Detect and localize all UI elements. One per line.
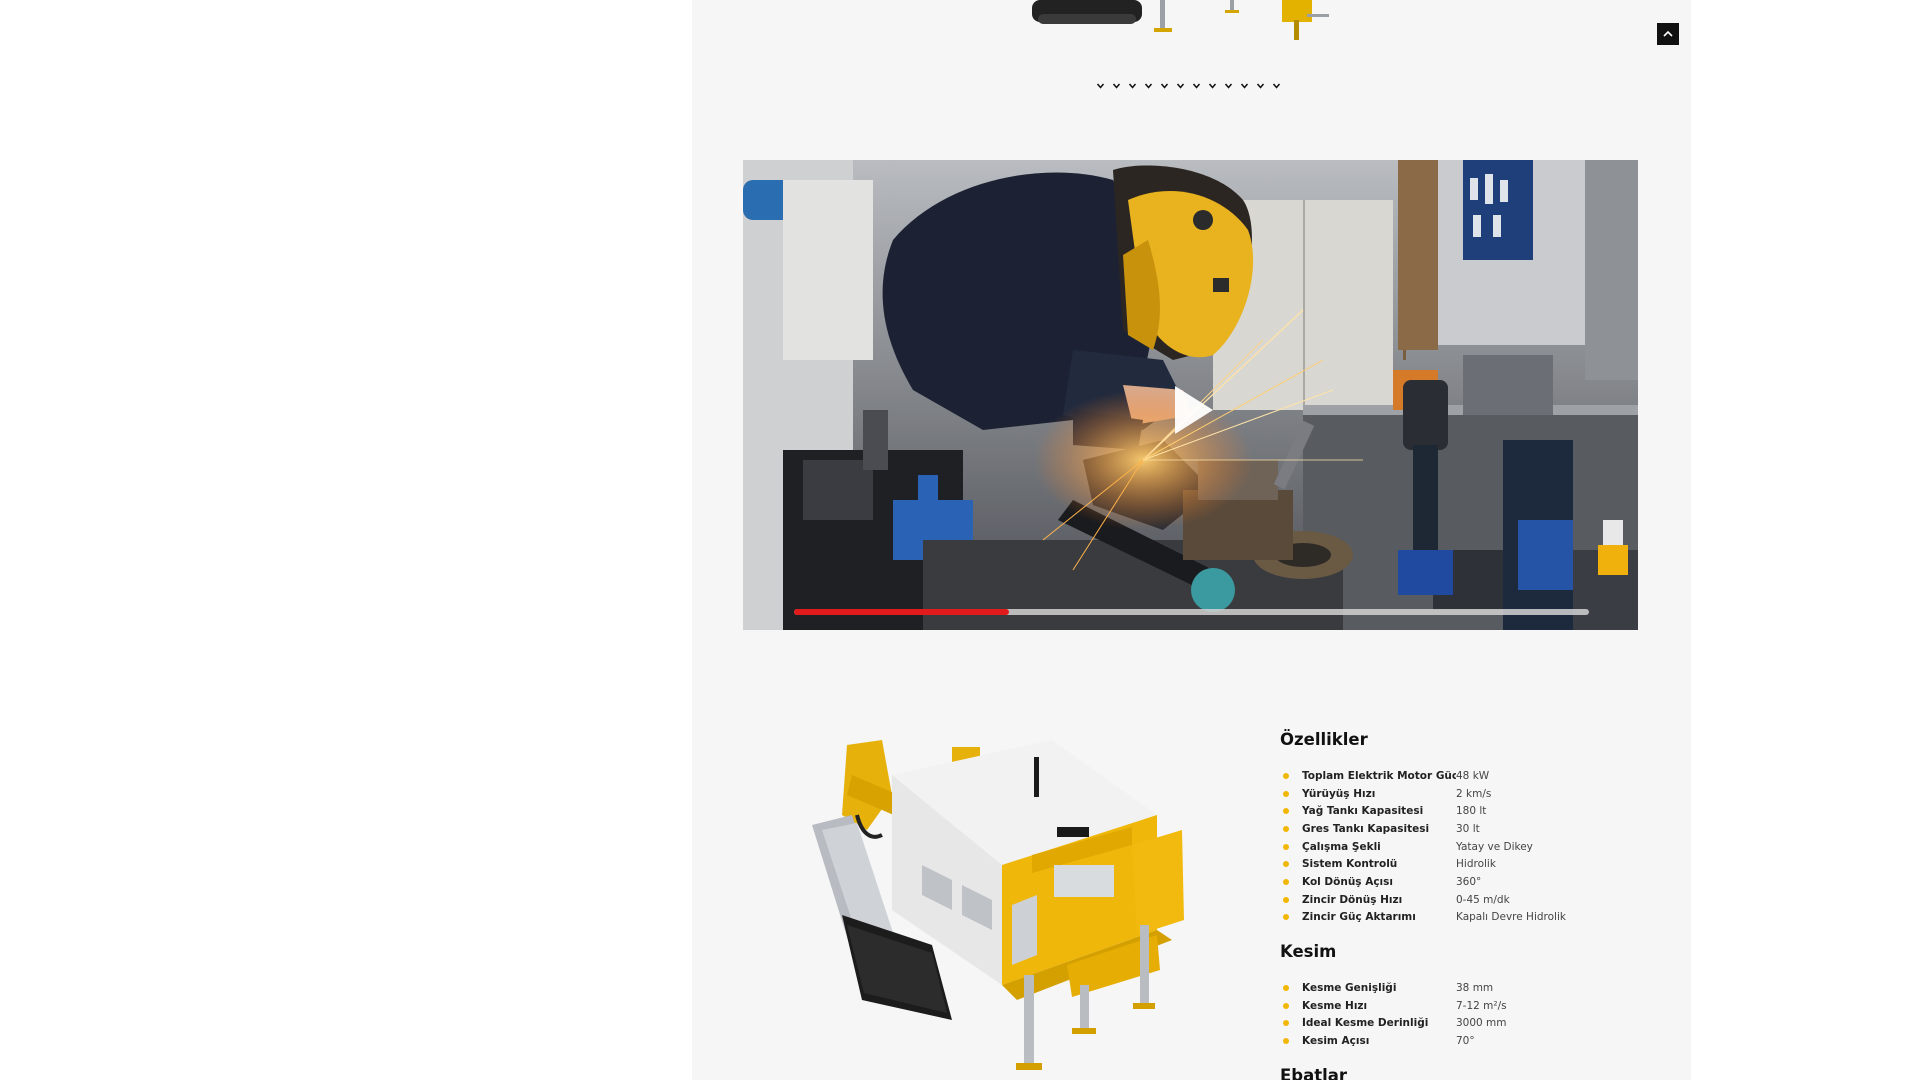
- spec-value: 7-12 m²/s: [1456, 999, 1507, 1012]
- carousel-dot-chevron-down-icon[interactable]: [1112, 80, 1121, 92]
- bullet-icon: [1283, 1020, 1289, 1027]
- carousel-dot-chevron-down-icon[interactable]: [1256, 80, 1265, 92]
- carousel-dot-chevron-down-icon[interactable]: [1096, 80, 1105, 92]
- spec-value: 3000 mm: [1456, 1017, 1507, 1030]
- machine-image-top: [1032, 0, 1329, 40]
- bullet-icon: [1283, 843, 1289, 850]
- video-player[interactable]: [743, 160, 1638, 630]
- dimensions-heading: Ebatlar: [1280, 1065, 1348, 1080]
- scroll-top-button[interactable]: [1657, 23, 1679, 45]
- spec-value: Kapalı Devre Hidrolik: [1456, 911, 1566, 924]
- spec-label: Yağ Tankı Kapasitesi: [1302, 805, 1424, 818]
- bullet-icon: [1283, 808, 1289, 815]
- bullet-icon: [1283, 790, 1289, 797]
- spec-row: Gres Tankı Kapasitesi 30 lt: [1280, 820, 1660, 838]
- spec-value: 180 lt: [1456, 805, 1487, 818]
- features-list: Toplam Elektrik Motor Gücü 48 kW Yürüyüş H…: [1280, 767, 1660, 926]
- bullet-icon: [1283, 825, 1289, 832]
- carousel-dot-chevron-down-icon[interactable]: [1128, 80, 1137, 92]
- spec-label: Toplam Elektrik Motor Gücü: [1302, 769, 1456, 782]
- spec-label: Kesme Genişliği: [1302, 982, 1397, 995]
- play-icon[interactable]: [1161, 380, 1221, 440]
- bullet-icon: [1283, 896, 1289, 903]
- spec-label: Yürüyüş Hızı: [1302, 787, 1376, 800]
- carousel-dot-chevron-down-icon[interactable]: [1192, 80, 1201, 92]
- bullet-icon: [1283, 985, 1289, 992]
- spec-label: Kol Dönüş Açısı: [1302, 875, 1394, 888]
- spec-row: Kesme Hızı 7-12 m²/s: [1280, 997, 1660, 1015]
- chevron-up-icon: [1663, 30, 1673, 37]
- spec-value: Hidrolik: [1456, 858, 1496, 871]
- bullet-icon: [1283, 1038, 1289, 1045]
- spec-label: Sistem Kontrolü: [1302, 858, 1398, 871]
- spec-value: 38 mm: [1456, 982, 1494, 995]
- bullet-icon: [1283, 914, 1289, 921]
- bullet-icon: [1283, 772, 1289, 779]
- specs-section: Özellikler Toplam Elektrik Motor Gücü 48 …: [1280, 730, 1660, 1080]
- spec-row: Yürüyüş Hızı 2 km/s: [1280, 785, 1660, 803]
- video-progress-bar[interactable]: [794, 609, 1589, 615]
- spec-value: 70°: [1456, 1035, 1475, 1048]
- spec-label: Çalışma Şekli: [1302, 840, 1381, 853]
- spec-value: 2 km/s: [1456, 787, 1492, 800]
- spec-row: Yağ Tankı Kapasitesi 180 lt: [1280, 802, 1660, 820]
- features-heading: Özellikler: [1280, 730, 1368, 749]
- spec-value: 360°: [1456, 875, 1482, 888]
- bullet-icon: [1283, 861, 1289, 868]
- spec-row: Toplam Elektrik Motor Gücü 48 kW: [1280, 767, 1660, 785]
- cutting-list: Kesme Genişliği 38 mm Kesme Hızı 7-12 m²/s İ…: [1280, 979, 1660, 1050]
- spec-label: Kesme Hızı: [1302, 999, 1368, 1012]
- carousel-dot-chevron-down-icon[interactable]: [1160, 80, 1169, 92]
- video-progress-fill: [794, 609, 1009, 615]
- bullet-icon: [1283, 878, 1289, 885]
- carousel-dot-chevron-down-icon[interactable]: [1208, 80, 1217, 92]
- carousel-dots: [1096, 80, 1281, 92]
- spec-row: Zincir Dönüş Hızı 0-45 m/dk: [1280, 891, 1660, 909]
- bullet-icon: [1283, 1002, 1289, 1009]
- spec-label: Gres Tankı Kapasitesi: [1302, 822, 1430, 835]
- spec-label: İdeal Kesme Derinliği: [1302, 1017, 1429, 1030]
- carousel-dot-chevron-down-icon[interactable]: [1176, 80, 1185, 92]
- content-panel: Özellikler Toplam Elektrik Motor Gücü 48 …: [692, 0, 1691, 1080]
- spec-label: Zincir Dönüş Hızı: [1302, 893, 1403, 906]
- machine-product-image: [812, 740, 1184, 1070]
- spec-label: Kesim Açısı: [1302, 1035, 1370, 1048]
- carousel-dot-chevron-down-icon[interactable]: [1272, 80, 1281, 92]
- carousel-dot-chevron-down-icon[interactable]: [1240, 80, 1249, 92]
- spec-value: 0-45 m/dk: [1456, 893, 1510, 906]
- spec-value: 30 lt: [1456, 822, 1480, 835]
- spec-row: Zincir Güç Aktarımı Kapalı Devre Hidrolik: [1280, 909, 1660, 927]
- spec-value: Yatay ve Dikey: [1456, 840, 1533, 853]
- spec-row: Kol Dönüş Açısı 360°: [1280, 873, 1660, 891]
- spec-row: Çalışma Şekli Yatay ve Dikey: [1280, 838, 1660, 856]
- spec-label: Zincir Güç Aktarımı: [1302, 911, 1416, 924]
- spec-value: 48 kW: [1456, 769, 1490, 782]
- carousel-dot-chevron-down-icon[interactable]: [1224, 80, 1233, 92]
- spec-row: İdeal Kesme Derinliği 3000 mm: [1280, 1015, 1660, 1033]
- spec-row: Sistem Kontrolü Hidrolik: [1280, 855, 1660, 873]
- spec-row: Kesim Açısı 70°: [1280, 1032, 1660, 1050]
- cutting-heading: Kesim: [1280, 942, 1337, 962]
- carousel-dot-chevron-down-icon[interactable]: [1144, 80, 1153, 92]
- spec-row: Kesme Genişliği 38 mm: [1280, 979, 1660, 997]
